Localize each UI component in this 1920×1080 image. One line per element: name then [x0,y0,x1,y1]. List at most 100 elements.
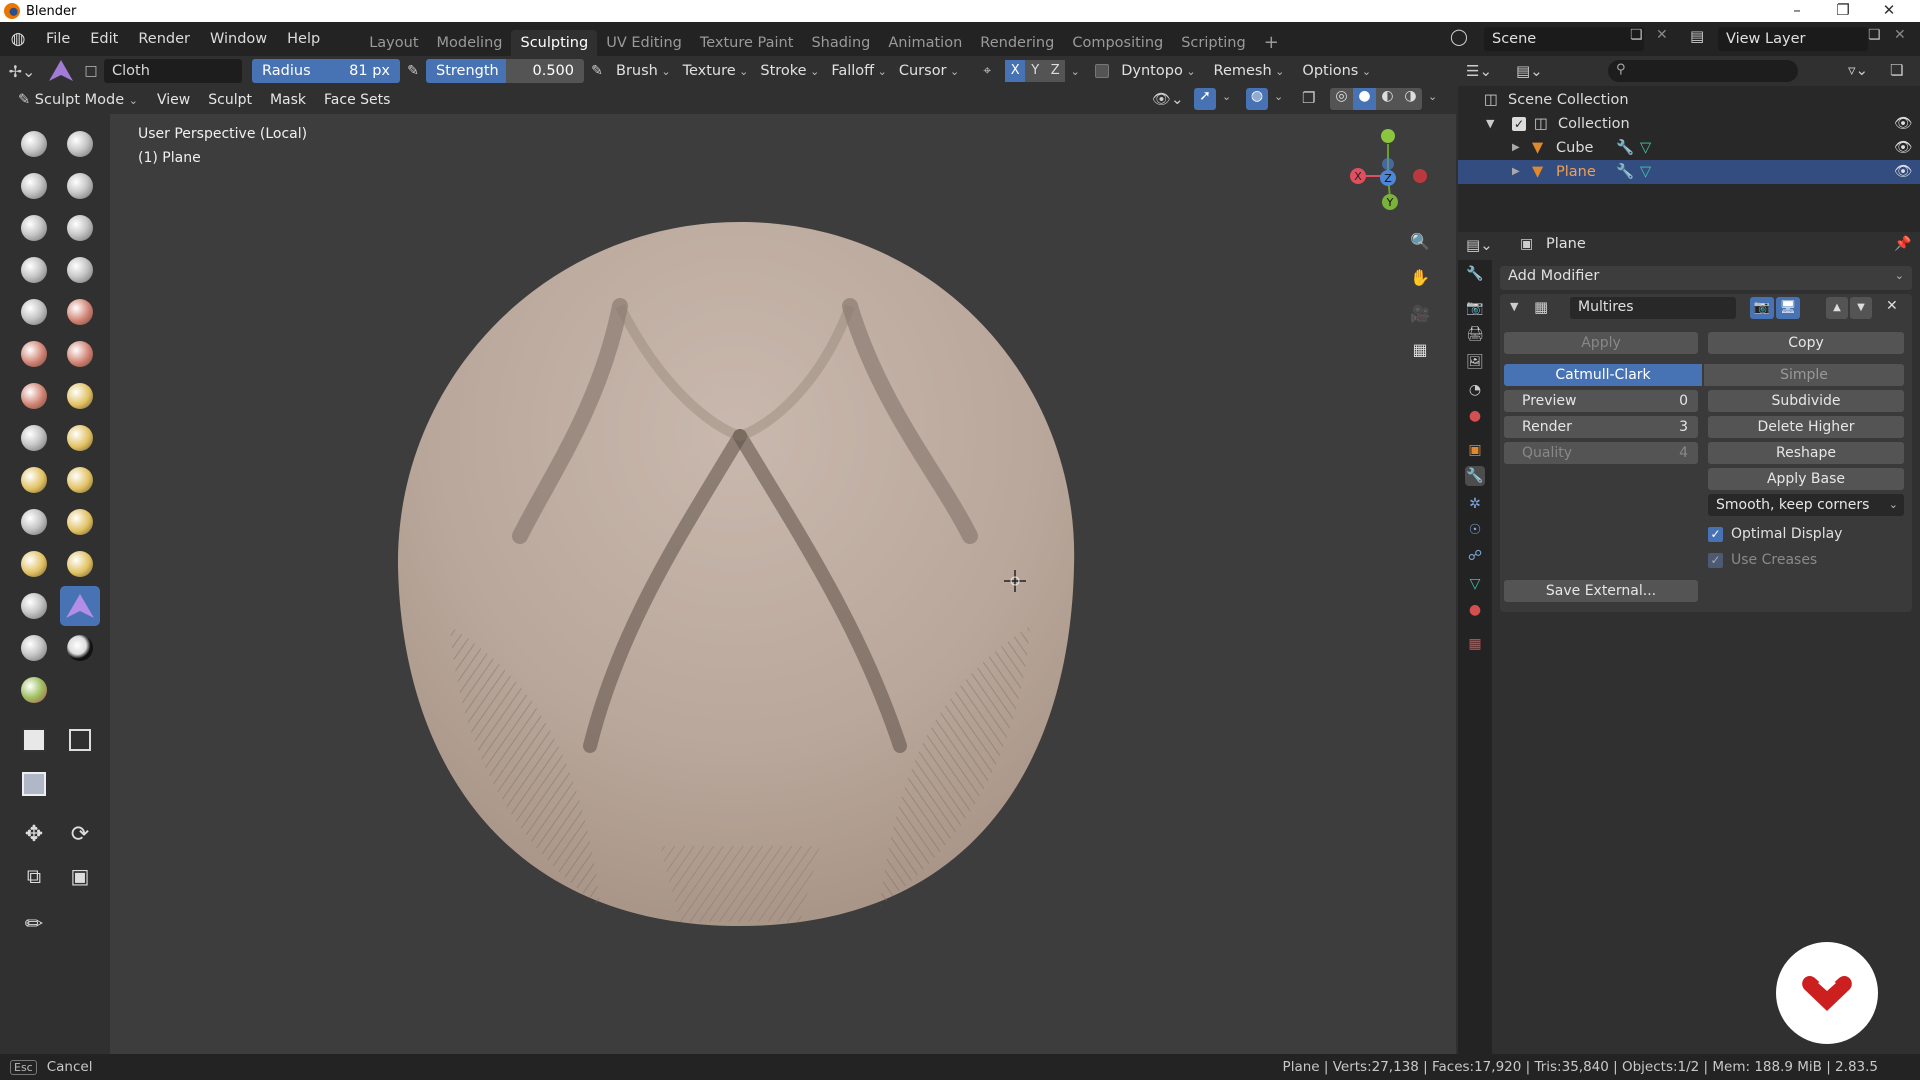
slide-relax-brush-icon[interactable] [14,586,54,626]
remove-view-layer-icon[interactable]: ✕ [1894,27,1906,43]
visibility-icon[interactable]: 👁⌄ [1152,90,1184,108]
collection-checkbox[interactable]: ✓ [1512,117,1526,131]
world-tab-icon[interactable]: ● [1465,406,1485,426]
crease-brush-icon[interactable] [14,292,54,332]
material-tab-icon[interactable]: ● [1465,600,1485,620]
pan-hand-icon[interactable]: ✋ [1406,264,1434,292]
tab-animation[interactable]: Animation [879,30,971,56]
radius-pressure-icon[interactable]: ✎ [400,63,426,79]
rendered-shading-icon[interactable]: ◑ [1399,88,1422,110]
delete-higher-button[interactable]: Delete Higher [1708,416,1904,438]
rotate-icon[interactable]: ⟳ [60,814,100,854]
shading-options-icon[interactable]: ⌄ [1428,90,1437,103]
reshape-button[interactable]: Reshape [1708,442,1904,464]
navigation-gizmo[interactable]: X Z Y [1338,114,1438,224]
strength-pressure-icon[interactable]: ✎ [584,63,610,79]
falloff-dropdown[interactable]: Falloff [825,59,893,83]
brush-name-field[interactable]: Cloth [104,59,242,83]
properties-editor-type-icon[interactable]: ▤⌄ [1466,236,1493,254]
object-tab-icon[interactable]: ▣ [1465,440,1485,460]
add-workspace-button[interactable]: + [1255,30,1288,56]
show-in-render-toggle-icon[interactable]: 📷 [1750,297,1774,319]
simplify-brush-icon[interactable] [14,628,54,668]
use-creases-checkbox[interactable]: ✓ Use Creases [1708,550,1817,570]
outliner-object-plane[interactable]: ▶ ▼ Plane 🔧 ▽ 👁 [1458,160,1920,184]
new-scene-icon[interactable]: ❏ [1630,27,1643,43]
collection-expand-icon[interactable]: ▼ [1486,112,1494,136]
copy-button[interactable]: Copy [1708,332,1904,354]
panel-collapse-icon[interactable]: ▼ [1510,300,1518,313]
xray-toggle-icon[interactable]: ❐ [1302,89,1315,107]
menu-face-sets[interactable]: Face Sets [315,88,399,112]
mode-selector[interactable]: ✎ Sculpt Mode [12,88,144,112]
grab-brush-icon[interactable] [60,418,100,458]
tool-tab-icon[interactable]: 🔧 [1465,264,1485,284]
move-down-icon[interactable]: ▼ [1850,297,1872,319]
cube-modifier-wrench-icon[interactable]: 🔧 [1616,136,1634,160]
collection-visibility-eye-icon[interactable]: 👁 [1894,112,1912,136]
constraints-tab-icon[interactable]: ☍ [1465,546,1485,566]
box-hide-icon[interactable] [60,720,100,760]
scene-tab-icon[interactable]: ◔ [1465,380,1485,400]
view-layer-icon[interactable]: ▤ [1690,27,1704,45]
gizmo-options-icon[interactable]: ⌄ [1222,90,1231,103]
menu-render[interactable]: Render [128,31,200,47]
cube-visibility-eye-icon[interactable]: 👁 [1894,136,1912,160]
cloth-brush-icon[interactable] [60,586,100,626]
cube-mesh-data-icon[interactable]: ▽ [1640,136,1651,160]
minimize-button[interactable]: – [1774,0,1820,22]
draw-brush-icon[interactable] [14,124,54,164]
tab-compositing[interactable]: Compositing [1063,30,1172,56]
outliner-editor-type-icon[interactable]: ☰⌄ [1466,62,1492,80]
filter-icon[interactable]: ▿⌄ [1848,61,1868,79]
view-layer-tab-icon[interactable]: 🖼 [1465,352,1485,372]
pin-icon[interactable]: 📌 [1894,236,1911,252]
3d-viewport[interactable]: User Perspective (Local) (1) Plane X Z Y… [110,114,1456,1054]
mirror-x-toggle[interactable]: X [1005,60,1026,82]
draw-face-sets-icon[interactable] [14,670,54,710]
scene-selector[interactable]: Scene [1484,27,1644,51]
catmull-clark-toggle[interactable]: Catmull-Clark [1504,364,1702,386]
tab-texture-paint[interactable]: Texture Paint [691,30,803,56]
quality-field[interactable]: Quality 4 [1504,442,1698,464]
mirror-y-toggle[interactable]: Y [1025,60,1046,82]
brush-preview-icon[interactable] [44,58,78,84]
simple-toggle[interactable]: Simple [1704,364,1904,386]
rotate-brush-icon[interactable] [60,544,100,584]
menu-view[interactable]: View [148,88,199,112]
display-mode-icon[interactable]: ▤⌄ [1516,62,1543,80]
uv-smooth-dropdown[interactable]: Smooth, keep corners ⌄ [1708,494,1904,516]
mirror-z-toggle[interactable]: Z [1045,60,1066,82]
outliner-object-cube[interactable]: ▶ ▼ Cube 🔧 ▽ 👁 [1458,136,1920,160]
pinch-brush-icon[interactable] [14,418,54,458]
close-window-button[interactable]: ✕ [1866,0,1912,22]
cube-expand-icon[interactable]: ▶ [1512,136,1520,160]
menu-edit[interactable]: Edit [80,31,128,47]
zoom-icon[interactable]: 🔍 [1406,228,1434,256]
texture-dropdown[interactable]: Texture [677,59,755,83]
camera-view-icon[interactable]: 🎥 [1406,300,1434,328]
nudge-brush-icon[interactable] [14,544,54,584]
inflate-brush-icon[interactable] [14,250,54,290]
material-shading-icon[interactable]: ◐ [1376,88,1399,110]
new-collection-icon[interactable]: ❏ [1890,61,1903,79]
view-layer-selector[interactable]: View Layer [1718,27,1868,51]
clay-brush-icon[interactable] [14,166,54,206]
overlays-options-icon[interactable]: ⌄ [1274,90,1283,103]
strength-field[interactable]: 0.500 [506,59,584,83]
smooth-brush-icon[interactable] [60,292,100,332]
plane-mesh-data-icon[interactable]: ▽ [1640,160,1651,184]
clay-thumb-brush-icon[interactable] [14,208,54,248]
tab-uv-editing[interactable]: UV Editing [597,30,691,56]
tab-layout[interactable]: Layout [360,30,427,56]
apply-button[interactable]: Apply [1504,332,1698,354]
thumb-brush-icon[interactable] [14,502,54,542]
dyntopo-dropdown[interactable]: Dyntopo [1115,59,1201,83]
optimal-display-checkbox[interactable]: ✓ Optimal Display [1708,524,1842,544]
modifier-name-field[interactable]: Multires [1570,297,1736,319]
add-modifier-dropdown[interactable]: Add Modifier ⌄ [1500,266,1912,290]
radius-field[interactable]: Radius 81 px [252,59,400,83]
dyntopo-checkbox[interactable] [1095,64,1110,78]
snake-hook-brush-icon[interactable] [60,460,100,500]
output-tab-icon[interactable]: 🖨 [1465,324,1485,344]
